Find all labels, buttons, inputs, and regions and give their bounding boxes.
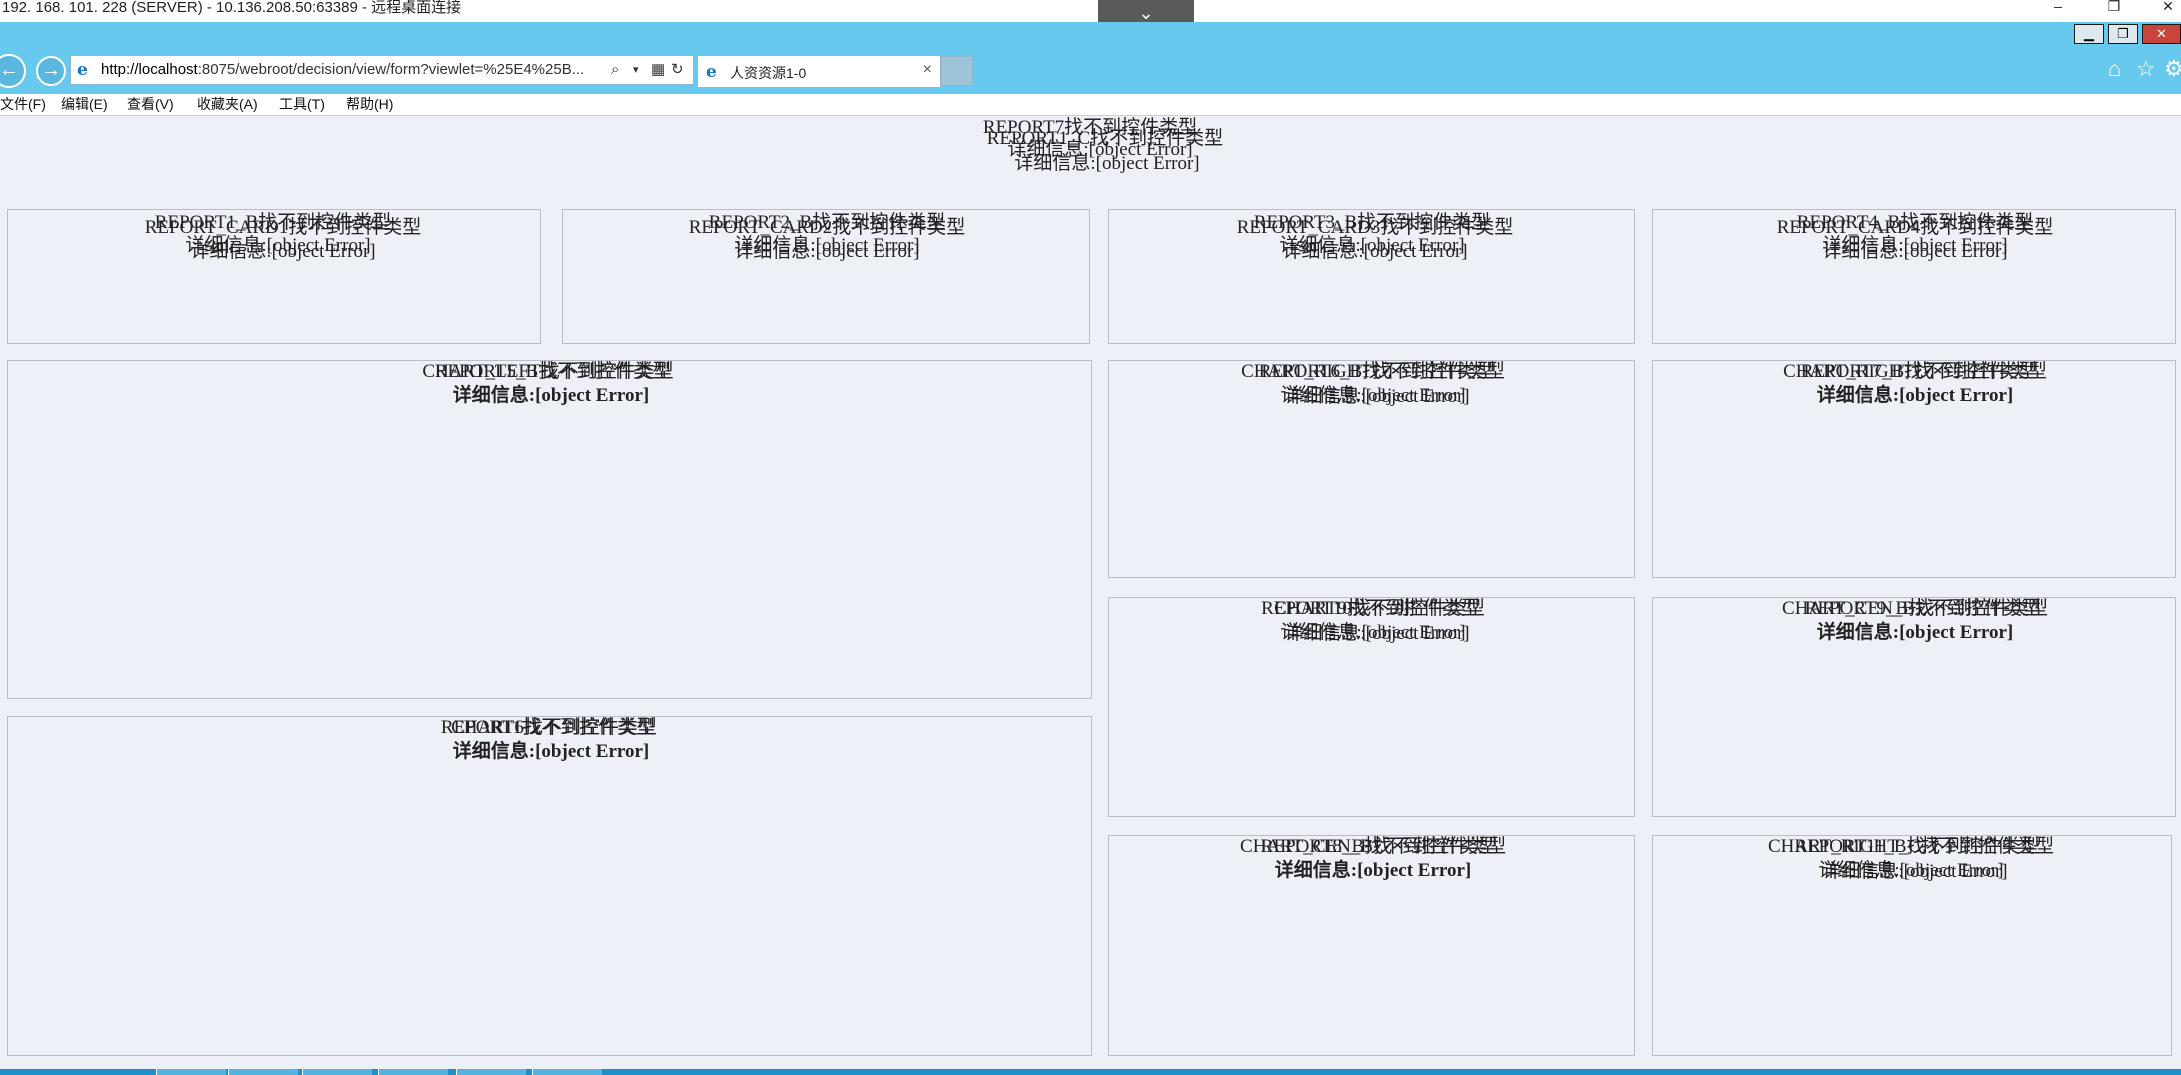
report-top-area: REPORT7找不到控件类型 REPORT1_C找不到控件类型 详细信息:[ob… [0, 117, 2181, 207]
report-card-1: REPORT1_B找不到控件类型 REPORT_CARD1找不到控件类型 详细信… [7, 209, 541, 344]
compat-view-icon[interactable]: ▦ [651, 61, 665, 79]
back-arrow-icon: ← [0, 59, 19, 81]
rdp-minimize-button[interactable]: – [2040, 0, 2076, 14]
error-message: REPORT11_B找不到控件类型 [1794, 836, 2040, 857]
error-detail: 详细信息:[object Error] [1014, 153, 1200, 174]
rdp-title-bar: 192. 168. 101. 228 (SERVER) - 10.136.208… [0, 0, 2181, 22]
rdp-close-button[interactable]: ✕ [2150, 0, 2181, 14]
address-bar[interactable]: e http://localhost:8075/webroot/decision… [70, 55, 694, 85]
error-detail: 详细信息:[object Error] [190, 241, 376, 262]
rdp-title: 192. 168. 101. 228 (SERVER) - 10.136.208… [2, 0, 462, 16]
window-restore-button[interactable]: ❐ [2108, 24, 2138, 44]
menu-file[interactable]: 文件(F) [0, 96, 46, 112]
error-message: CHART6找不到控件类型 [451, 717, 657, 738]
error-message: REPORT8_B找不到控件类型 [1260, 836, 1498, 857]
dropdown-icon[interactable]: ▾ [633, 61, 639, 79]
address-path: :8075/webroot/decision/view/form?viewlet… [197, 61, 585, 78]
report-card-2: REPORT2_B找不到控件类型 REPORT_CARD2找不到控件类型 详细信… [562, 209, 1090, 344]
taskbar-item[interactable] [532, 1069, 602, 1075]
ie-logo-icon: e [706, 62, 717, 82]
error-message: REPORT7_B找不到控件类型 [1800, 361, 2038, 382]
error-detail: 详细信息:[object Error] [1282, 241, 1468, 262]
search-icon[interactable]: ⌕ [611, 61, 619, 79]
chart-left-bottom-panel: REPORT1找不到控件类型 CHART6找不到控件类型 详细信息:[objec… [7, 716, 1092, 1056]
gear-icon[interactable]: ⚙ [2164, 56, 2181, 82]
report-card-3: REPORT3_B找不到控件类型 REPORT_CARD3找不到控件类型 详细信… [1108, 209, 1635, 344]
chart-center-panel-1: REPORT10找不到控件类型 CHART9找不到控件类型 详细信息:[obje… [1108, 597, 1635, 817]
chevron-down-icon: ⌄ [1138, 3, 1154, 23]
error-detail: 详细信息:[object Error] [1274, 860, 1472, 881]
menu-favorites[interactable]: 收藏夹(A) [197, 96, 258, 112]
error-detail: 详细信息:[object Error] [1822, 241, 2008, 262]
chart-left-panel: CHART_LEFT找不到控件类型 REPORT5_B找不到控件类型 详细信息:… [7, 360, 1092, 699]
error-detail: 详细信息:[object Error] [1816, 385, 2014, 406]
star-icon[interactable]: ☆ [2136, 56, 2156, 82]
menu-tools[interactable]: 工具(T) [279, 96, 325, 112]
taskbar-item[interactable] [156, 1069, 226, 1075]
window-minimize-button[interactable]: ▁ [2074, 24, 2104, 44]
ie-logo-icon: e [77, 60, 88, 80]
taskbar-item[interactable] [456, 1069, 526, 1075]
error-detail: 详细信息:[object Error] [452, 741, 650, 762]
address-url[interactable]: http://localhost:8075/webroot/decision/v… [101, 61, 601, 79]
chart-center-panel-2: CHART_CEN_B找不到控件类型 REPORT9_B找不到控件类型 详细信息… [1652, 597, 2176, 817]
chart-right-bottom-panel: CHART_RIGHT_C找不到控件类型 REPORT11_B找不到控件类型 详… [1652, 835, 2172, 1056]
tab-active[interactable]: e 人资资源1-0 × [697, 55, 941, 87]
chart-right-panel-2: CHART_RIGHT找不到控件类型 REPORT7_B找不到控件类型 详细信息… [1652, 360, 2176, 578]
error-detail: 详细信息:[object Error] [452, 385, 650, 406]
menu-help[interactable]: 帮助(H) [346, 96, 393, 112]
chart-center-bottom-panel: CHART_CEN_B找不到控件类型 REPORT8_B找不到控件类型 详细信息… [1108, 835, 1635, 1056]
report-card-4: REPORT4_B找不到控件类型 REPORT_CARD4找不到控件类型 详细信… [1652, 209, 2176, 344]
forward-button[interactable]: → [36, 56, 66, 86]
error-detail: 详细信息:[object Error] [1284, 623, 1470, 644]
menu-bar: 文件(F) 编辑(E) 查看(V) 收藏夹(A) 工具(T) 帮助(H) [0, 94, 2181, 116]
menu-view[interactable]: 查看(V) [127, 96, 174, 112]
tab-label: 人资资源1-0 [730, 65, 807, 81]
error-detail: 详细信息:[object Error] [1284, 386, 1470, 407]
tab-close-icon[interactable]: × [923, 61, 932, 79]
error-message: REPORT9_B找不到控件类型 [1804, 598, 2042, 619]
taskbar-item[interactable] [228, 1069, 298, 1075]
error-message: REPORT6_B找不到控件类型 [1258, 361, 1496, 382]
taskbar-item[interactable] [302, 1069, 372, 1075]
error-message: CHART9找不到控件类型 [1274, 598, 1480, 619]
error-message: REPORT5_B找不到控件类型 [434, 361, 672, 382]
home-icon[interactable]: ⌂ [2108, 56, 2121, 82]
error-detail: 详细信息:[object Error] [734, 241, 920, 262]
chart-right-panel-1: CHART_RIGHT找不到控件类型 REPORT6_B找不到控件类型 详细信息… [1108, 360, 1635, 578]
window-close-button[interactable]: ✕ [2142, 24, 2181, 44]
rdp-restore-button[interactable]: ❐ [2096, 0, 2132, 14]
new-tab-button[interactable] [941, 56, 973, 86]
error-detail: 详细信息:[object Error] [1816, 622, 2014, 643]
menu-edit[interactable]: 编辑(E) [61, 96, 108, 112]
taskbar-item[interactable] [378, 1069, 448, 1075]
error-detail: 详细信息:[object Error] [1822, 861, 2008, 882]
refresh-icon[interactable]: ↻ [671, 61, 684, 79]
forward-arrow-icon: → [41, 59, 61, 81]
address-host: http://localhost [101, 61, 198, 78]
